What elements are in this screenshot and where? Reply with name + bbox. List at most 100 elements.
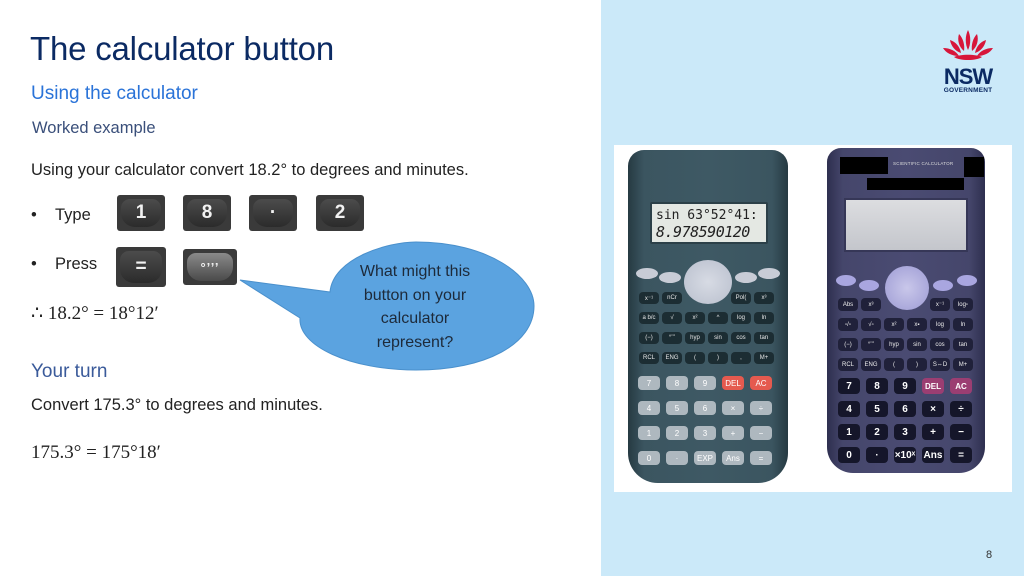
calculator-key: ): [708, 352, 728, 364]
calculator-navy: SCIENTIFIC CALCULATOR Abs x³ x⁻¹ log▫ ▫/▫ √▫ x…: [827, 148, 985, 473]
key-image-1: 1: [117, 195, 165, 231]
redacted-label: [867, 178, 964, 190]
calculator-key: cos: [930, 338, 950, 351]
calculator-key: 1: [838, 424, 860, 440]
calculator-key: M+: [953, 358, 973, 371]
calculator-key: ·: [666, 451, 688, 465]
calculator-teal: sin 63°52°41: 8.978590120 x⁻¹ nCr Pol(x³ a …: [628, 150, 788, 483]
calculator-key: DEL: [922, 378, 944, 394]
key-image-equals: =: [116, 247, 166, 287]
calculator-key: log▫: [953, 298, 973, 311]
calc2-replay-pad: [885, 266, 929, 310]
key-image-8: 8: [183, 195, 231, 231]
calculator-key: x²: [884, 318, 904, 331]
calculator-key: +: [922, 424, 944, 440]
waratah-flower-icon: [943, 30, 993, 60]
calculator-key: Ans: [922, 447, 944, 463]
calculator-key: M+: [754, 352, 774, 364]
calculator-key: tan: [754, 332, 774, 344]
page-number: 8: [986, 549, 993, 561]
calculator-key: =: [950, 447, 972, 463]
calculator-key: EXP: [694, 451, 716, 465]
calculator-key: 0: [838, 447, 860, 463]
calculator-key: 3: [894, 424, 916, 440]
calculator-key: DEL: [722, 376, 744, 390]
calc1-replay-pad: [684, 260, 732, 304]
page-title: The calculator button: [30, 30, 334, 67]
calculator-key: Abs: [838, 298, 858, 311]
bullet-icon: •: [31, 255, 37, 273]
calculator-key: 8: [666, 376, 688, 390]
calculator-key: (: [884, 358, 904, 371]
calculator-key: +: [722, 426, 744, 440]
calculator-key: ^: [708, 312, 728, 324]
calculator-key: ·: [866, 447, 888, 463]
calculator-key: 6: [694, 401, 716, 415]
your-turn-question: Convert 175.3° to degrees and minutes.: [31, 396, 323, 414]
calculator-key: −: [950, 424, 972, 440]
calculator-key: x⁻¹: [930, 298, 950, 311]
calculator-key: x³: [861, 298, 881, 311]
calc1-shift-key: [636, 268, 658, 279]
calculator-key: AC: [750, 376, 772, 390]
calc2-alpha-key: [859, 280, 879, 291]
page-subtitle: Using the calculator: [31, 83, 198, 104]
calculator-key: ,: [731, 352, 751, 364]
calculator-key: √▫: [861, 318, 881, 331]
bullet-press: • Press: [31, 255, 97, 274]
calculator-key: a b/c: [639, 312, 659, 324]
calc2-brand-text: SCIENTIFIC CALCULATOR: [893, 161, 954, 166]
calculator-key: nCr: [662, 292, 682, 304]
calculator-key: tan: [953, 338, 973, 351]
your-turn-answer: 175.3° = 175°18′: [31, 442, 161, 463]
bullet-icon: •: [31, 206, 37, 224]
calculator-key: 1: [638, 426, 660, 440]
calculator-key: 7: [638, 376, 660, 390]
calculator-key: x⁻¹: [639, 292, 659, 304]
calculator-key: 6: [894, 401, 916, 417]
calculator-key: 5: [666, 401, 688, 415]
worked-example-question: Using your calculator convert 18.2° to d…: [31, 161, 469, 179]
calculator-key: ln: [754, 312, 774, 324]
calculator-key: 9: [694, 376, 716, 390]
calculator-key: S⇔D: [930, 358, 950, 371]
calculator-key: 3: [694, 426, 716, 440]
key-image-2: 2: [316, 195, 364, 231]
calculator-key: log: [930, 318, 950, 331]
calculator-key: sin: [708, 332, 728, 344]
worked-example-result: ∴ 18.2° = 18°12′: [31, 303, 159, 324]
calculator-key: x³: [754, 292, 774, 304]
calculator-key: 4: [838, 401, 860, 417]
calculator-key: 7: [838, 378, 860, 394]
calc2-on-key: [957, 275, 977, 286]
calculator-key: √: [662, 312, 682, 324]
section-heading-your-turn: Your turn: [31, 361, 108, 382]
slide: The calculator button Using the calculat…: [0, 0, 1024, 576]
calculator-key: ln: [953, 318, 973, 331]
calculator-key: 4: [638, 401, 660, 415]
calculator-key: 0: [638, 451, 660, 465]
calculator-key: ENG: [861, 358, 881, 371]
calculator-key: ENG: [662, 352, 682, 364]
logo-nsw-text: NSW: [943, 64, 993, 89]
calculator-key: °’’’: [662, 332, 682, 344]
calc1-alpha-key: [659, 272, 681, 283]
calculator-key: 9: [894, 378, 916, 394]
calculator-key: ▫/▫: [838, 318, 858, 331]
redacted-label: [840, 157, 888, 174]
calc2-shift-key: [836, 275, 856, 286]
calculator-key: ÷: [950, 401, 972, 417]
calculator-key: (−): [838, 338, 858, 351]
key-image-degrees-minutes-seconds: °’’’: [183, 249, 237, 285]
calculator-key: (: [685, 352, 705, 364]
bullet-type: • Type: [31, 206, 91, 225]
calculator-key: 2: [866, 424, 888, 440]
calculator-key: ×10ˣ: [894, 447, 916, 463]
key-image-decimal-point: ·: [249, 195, 297, 231]
calculator-key: ÷: [750, 401, 772, 415]
nsw-government-logo: NSW GOVERNMENT: [936, 28, 1000, 94]
calculator-key: Ans: [722, 451, 744, 465]
calculator-display: sin 63°52°41: 8.978590120: [650, 202, 768, 244]
calc1-on-key: [758, 268, 780, 279]
calculator-key: ): [907, 358, 927, 371]
